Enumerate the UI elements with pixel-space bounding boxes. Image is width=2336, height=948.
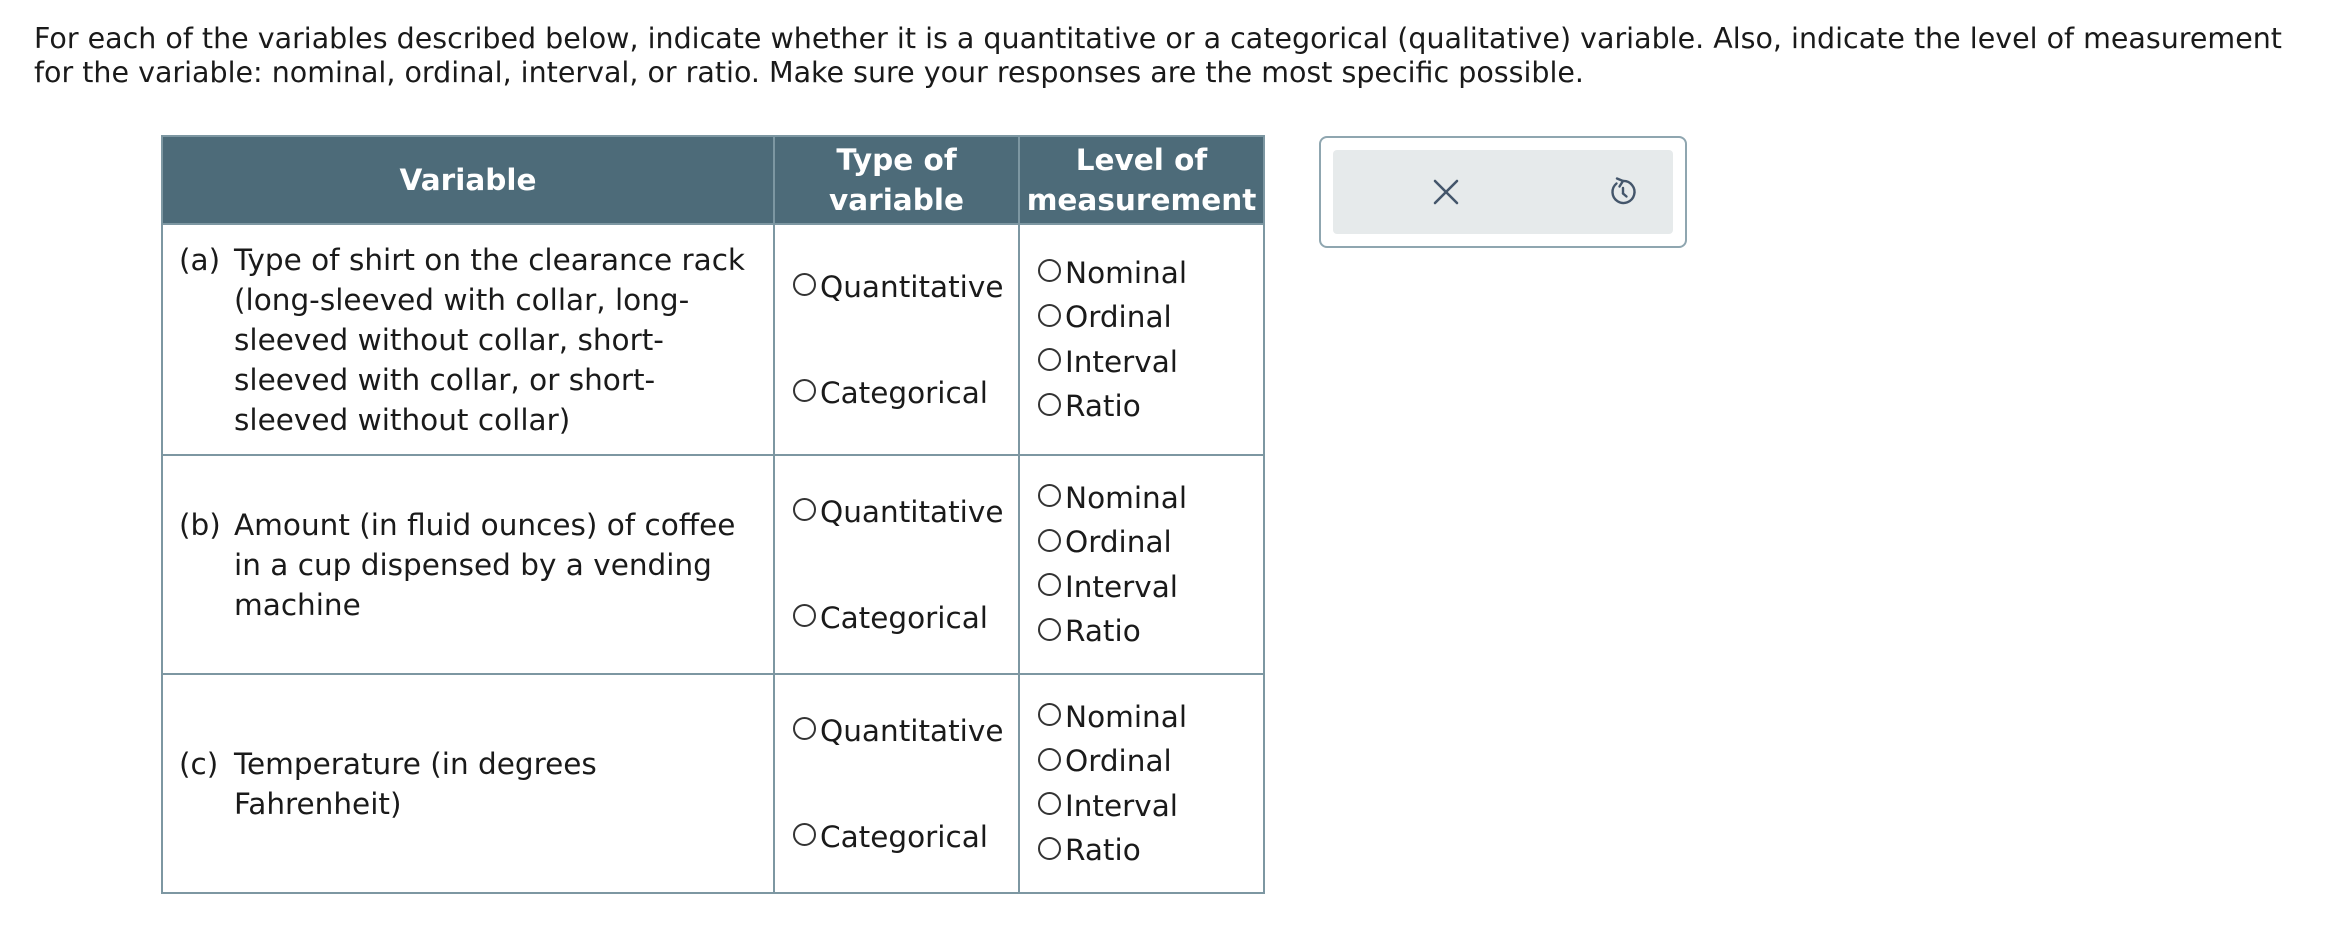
variable-cell-a: (a) Type of shirt on the clearance rack …: [161, 223, 775, 456]
header-variable-label: Variable: [399, 163, 537, 197]
radio-nominal-c[interactable]: Nominal: [1038, 700, 1263, 734]
radio-button[interactable]: [793, 498, 816, 521]
clear-answer-button[interactable]: [1406, 150, 1486, 234]
variable-cell-c: (c) Temperature (in degrees Fahrenheit): [161, 673, 775, 894]
reset-answer-button[interactable]: [1583, 150, 1663, 234]
header-type-line2: variable: [829, 183, 964, 217]
instructions-text: For each of the variables described belo…: [34, 22, 2282, 89]
radio-label: Interval: [1065, 569, 1178, 604]
radio-label: Nominal: [1065, 480, 1188, 515]
level-cell-a: Nominal Ordinal Interval Ratio: [1018, 223, 1265, 456]
radio-label: Categorical: [820, 375, 988, 410]
radio-button[interactable]: [1038, 303, 1061, 327]
radio-ordinal-a[interactable]: Ordinal: [1038, 300, 1263, 334]
table-header-row: Variable Type of variable Level of measu…: [161, 135, 1265, 225]
variables-table: Variable Type of variable Level of measu…: [161, 135, 1265, 894]
type-cell-a: Quantitative Categorical: [773, 223, 1020, 456]
radio-button[interactable]: [1038, 392, 1061, 416]
radio-ratio-b[interactable]: Ratio: [1038, 614, 1263, 648]
radio-interval-c[interactable]: Interval: [1038, 789, 1263, 823]
radio-button[interactable]: [1038, 836, 1061, 860]
header-level-line2: measurement: [1026, 183, 1257, 217]
radio-label: Categorical: [820, 600, 988, 635]
table-row: (b) Amount (in fluid ounces) of coffee i…: [161, 454, 1265, 675]
variable-letter: (a): [179, 242, 221, 277]
level-cell-c: Nominal Ordinal Interval Ratio: [1018, 673, 1265, 894]
header-level-line1: Level of: [1075, 143, 1208, 177]
type-cell-c: Quantitative Categorical: [773, 673, 1020, 894]
radio-ratio-c[interactable]: Ratio: [1038, 833, 1263, 867]
radio-quantitative-b[interactable]: Quantitative: [793, 495, 1018, 529]
radio-label: Ordinal: [1065, 525, 1172, 560]
variable-letter: (c): [179, 746, 219, 781]
radio-label: Ratio: [1065, 833, 1141, 868]
radio-button[interactable]: [793, 717, 816, 740]
radio-button[interactable]: [1038, 348, 1061, 372]
type-cell-b: Quantitative Categorical: [773, 454, 1020, 675]
header-type-line1: Type of: [836, 143, 957, 177]
radio-ordinal-c[interactable]: Ordinal: [1038, 744, 1263, 778]
variable-description: Temperature (in degrees Fahrenheit): [234, 746, 597, 821]
close-icon: [1433, 179, 1459, 205]
answer-tools-panel: [1319, 136, 1687, 248]
radio-label: Nominal: [1065, 699, 1188, 734]
radio-button[interactable]: [1038, 747, 1061, 771]
radio-button[interactable]: [793, 604, 816, 627]
radio-label: Quantitative: [820, 269, 1004, 304]
radio-label: Ratio: [1065, 614, 1141, 649]
radio-label: Ordinal: [1065, 300, 1172, 335]
radio-button[interactable]: [793, 379, 816, 402]
radio-button[interactable]: [1038, 703, 1061, 726]
radio-label: Categorical: [820, 819, 988, 854]
radio-label: Quantitative: [820, 494, 1004, 529]
radio-button[interactable]: [1038, 259, 1061, 282]
table-row: (a) Type of shirt on the clearance rack …: [161, 223, 1265, 456]
radio-ratio-a[interactable]: Ratio: [1038, 389, 1263, 423]
radio-label: Quantitative: [820, 713, 1004, 748]
radio-ordinal-b[interactable]: Ordinal: [1038, 525, 1263, 559]
radio-button[interactable]: [1038, 617, 1061, 641]
radio-button[interactable]: [1038, 792, 1061, 816]
radio-label: Ratio: [1065, 389, 1141, 424]
radio-quantitative-c[interactable]: Quantitative: [793, 714, 1018, 748]
radio-label: Ordinal: [1065, 744, 1172, 779]
radio-interval-a[interactable]: Interval: [1038, 345, 1263, 379]
answer-tools-bar: [1333, 150, 1673, 234]
radio-nominal-b[interactable]: Nominal: [1038, 481, 1263, 515]
radio-label: Interval: [1065, 344, 1178, 379]
undo-icon: [1611, 177, 1636, 205]
radio-button[interactable]: [1038, 528, 1061, 552]
radio-categorical-b[interactable]: Categorical: [793, 601, 1018, 635]
radio-nominal-a[interactable]: Nominal: [1038, 256, 1263, 290]
variable-description: Type of shirt on the clearance rack (lon…: [234, 242, 745, 437]
table-row: (c) Temperature (in degrees Fahrenheit) …: [161, 673, 1265, 894]
level-cell-b: Nominal Ordinal Interval Ratio: [1018, 454, 1265, 675]
radio-interval-b[interactable]: Interval: [1038, 570, 1263, 604]
radio-label: Interval: [1065, 788, 1178, 823]
radio-button[interactable]: [793, 273, 816, 296]
radio-categorical-c[interactable]: Categorical: [793, 820, 1018, 854]
radio-button[interactable]: [1038, 484, 1061, 507]
variable-letter: (b): [179, 507, 221, 542]
radio-quantitative-a[interactable]: Quantitative: [793, 270, 1018, 304]
variable-cell-b: (b) Amount (in fluid ounces) of coffee i…: [161, 454, 775, 675]
radio-button[interactable]: [1038, 573, 1061, 597]
radio-label: Nominal: [1065, 255, 1188, 290]
radio-categorical-a[interactable]: Categorical: [793, 376, 1018, 410]
header-variable: Variable: [161, 135, 775, 225]
header-level: Level of measurement: [1018, 135, 1265, 225]
header-type: Type of variable: [773, 135, 1020, 225]
radio-button[interactable]: [793, 823, 816, 846]
variable-description: Amount (in fluid ounces) of coffee in a …: [234, 507, 736, 622]
